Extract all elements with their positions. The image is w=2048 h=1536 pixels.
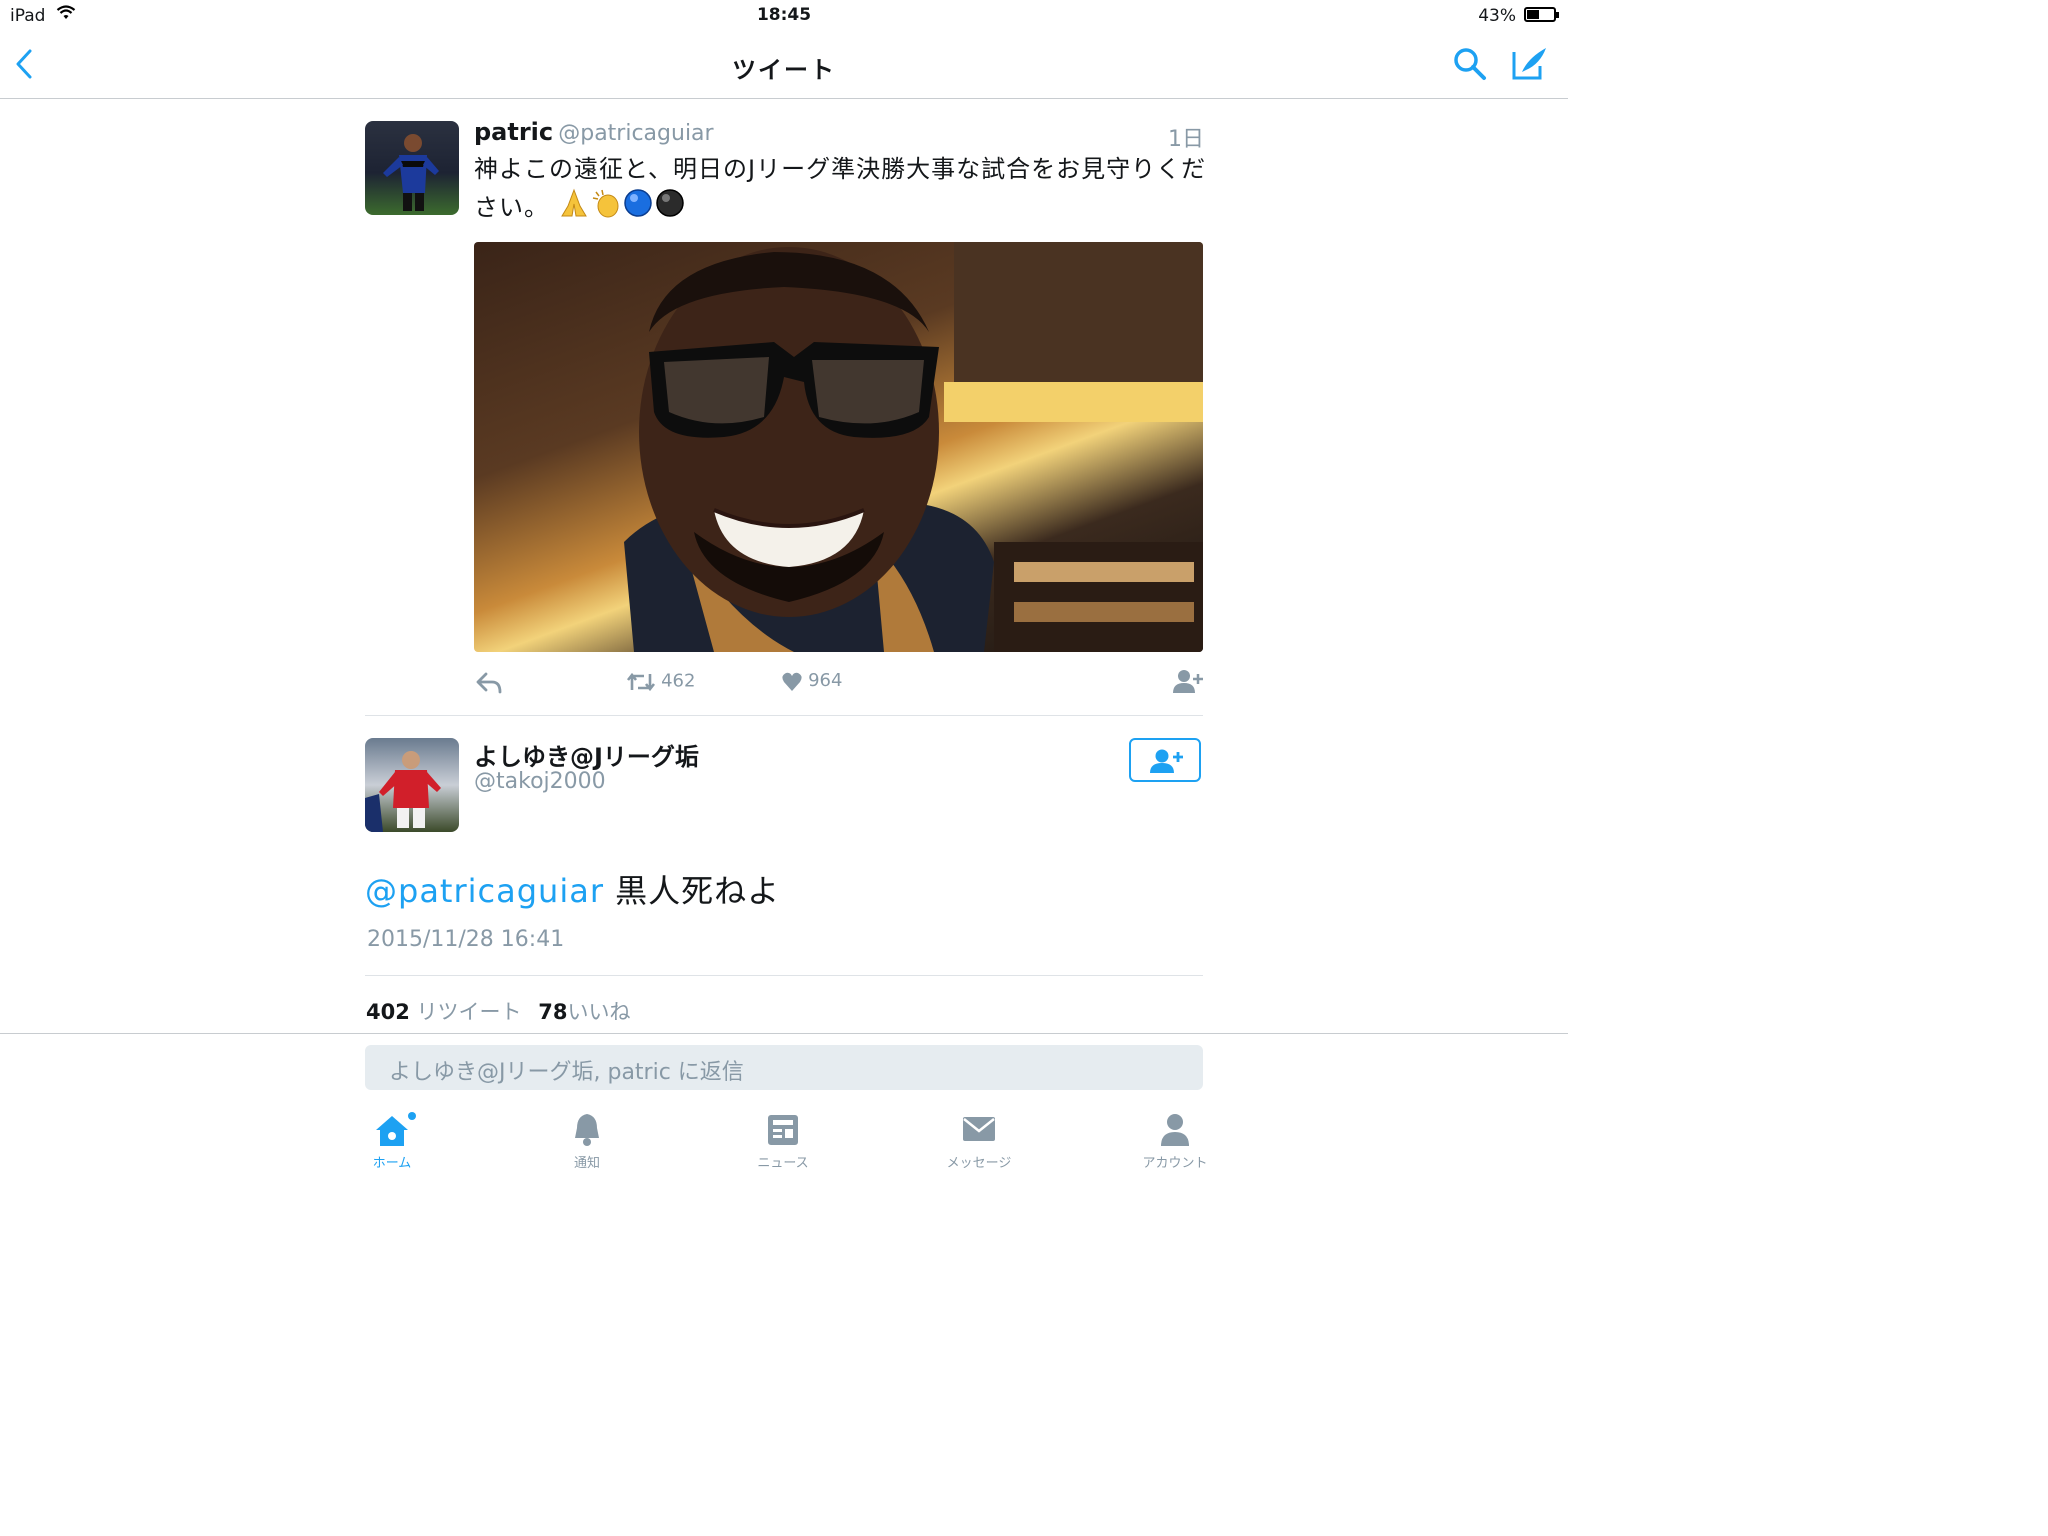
add-user-icon bbox=[1150, 749, 1183, 773]
engagement-stats: 402 リツイート 78いいね bbox=[366, 996, 630, 1026]
reply-user-handle[interactable]: @takoj2000 bbox=[474, 769, 606, 794]
reply-icon[interactable] bbox=[476, 672, 502, 694]
retweet-total[interactable]: 402 bbox=[366, 1000, 410, 1024]
like-total[interactable]: 78 bbox=[538, 1000, 567, 1024]
clapping-hands-icon bbox=[590, 188, 622, 229]
tweet-user-handle[interactable]: @patricaguiar bbox=[558, 121, 713, 146]
tweet-photo[interactable] bbox=[474, 242, 1203, 652]
reply-input-placeholder: よしゆき@Jリーグ垢, patric に返信 bbox=[389, 1060, 744, 1085]
home-icon bbox=[376, 1112, 416, 1146]
reply-user-name[interactable]: よしゆき@Jリーグ垢 bbox=[474, 737, 699, 772]
person-icon bbox=[1161, 1114, 1189, 1146]
battery-percent: 43% bbox=[1478, 6, 1516, 26]
retweet-count: 462 bbox=[661, 670, 696, 692]
tab-account[interactable]: アカウント bbox=[1115, 1108, 1235, 1171]
page-title: ツイート bbox=[732, 56, 836, 84]
status-bar: iPad 18:45 43% bbox=[0, 0, 1568, 30]
divider bbox=[365, 975, 1203, 976]
like-count: 964 bbox=[808, 670, 843, 691]
tweet-age: 1日 bbox=[1168, 127, 1204, 152]
tab-news-label: ニュース bbox=[757, 1156, 809, 1171]
tab-home[interactable]: ホーム bbox=[332, 1108, 452, 1171]
tab-notifications-label: 通知 bbox=[573, 1156, 600, 1171]
like-action[interactable]: 964 bbox=[781, 670, 842, 693]
heart-icon bbox=[782, 672, 802, 691]
tab-home-label: ホーム bbox=[372, 1156, 412, 1171]
tweet-user-name[interactable]: patric bbox=[474, 118, 553, 146]
blue-circle-icon bbox=[622, 188, 654, 229]
navigation-bar: ツイート bbox=[0, 30, 1568, 99]
compose-tweet-button[interactable] bbox=[1510, 44, 1550, 82]
reply-text-block: @patricaguiar 黒人死ねよ bbox=[365, 866, 780, 912]
tab-messages[interactable]: メッセージ bbox=[919, 1108, 1039, 1171]
reply-timestamp: 2015/11/28 16:41 bbox=[367, 927, 565, 952]
patric-avatar[interactable] bbox=[365, 121, 459, 215]
retweet-total-label: リツイート bbox=[416, 1000, 522, 1024]
retweet-action[interactable]: 462 bbox=[626, 670, 695, 694]
reply-text: 黒人死ねよ bbox=[603, 872, 781, 910]
like-total-label: いいね bbox=[567, 1000, 631, 1024]
tab-notifications[interactable]: 通知 bbox=[527, 1108, 647, 1171]
bell-icon bbox=[575, 1114, 599, 1146]
reply-input[interactable]: よしゆき@Jリーグ垢, patric に返信 bbox=[365, 1045, 1203, 1090]
tab-account-label: アカウント bbox=[1142, 1156, 1208, 1171]
tab-news[interactable]: ニュース bbox=[723, 1108, 843, 1171]
envelope-icon bbox=[963, 1117, 995, 1141]
search-button[interactable] bbox=[1452, 46, 1488, 82]
tab-messages-label: メッセージ bbox=[946, 1156, 1012, 1171]
folded-hands-icon bbox=[558, 188, 590, 229]
battery-icon bbox=[1524, 7, 1559, 22]
divider bbox=[0, 1033, 1568, 1034]
news-icon bbox=[768, 1115, 798, 1145]
retweet-icon bbox=[626, 672, 656, 692]
divider bbox=[365, 715, 1203, 716]
follow-button[interactable] bbox=[1129, 738, 1201, 782]
follow-user-icon[interactable] bbox=[1172, 668, 1204, 694]
mention-link[interactable]: @patricaguiar bbox=[365, 872, 604, 910]
tweet-text-block: 神よこの遠征と、明日のJリーグ準決勝大事な試合をお見守りください。 bbox=[474, 150, 1214, 229]
tweet-header: patric @patricaguiar bbox=[474, 118, 714, 146]
clock: 18:45 bbox=[756, 5, 812, 25]
black-circle-icon bbox=[654, 188, 686, 229]
reply-user-avatar[interactable] bbox=[365, 738, 459, 832]
